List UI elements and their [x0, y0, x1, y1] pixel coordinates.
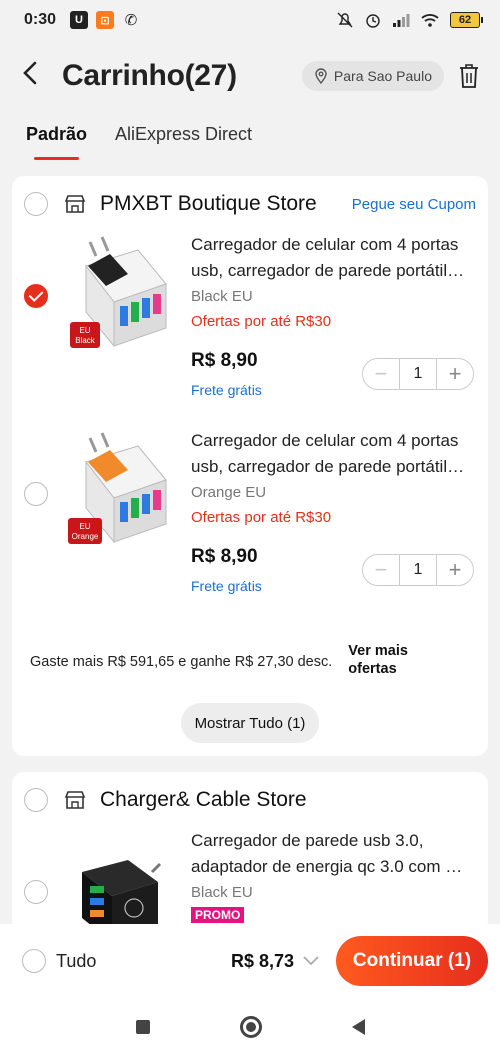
chevron-down-icon[interactable]	[302, 955, 320, 967]
wifi-icon	[421, 14, 439, 27]
increment-button[interactable]: +	[437, 555, 473, 585]
back-icon[interactable]	[351, 1019, 365, 1035]
quantity-stepper: − 1 +	[362, 554, 474, 586]
store-icon	[64, 791, 86, 809]
store-header: Charger& Cable Store	[12, 772, 488, 828]
product-thumbnail[interactable]	[58, 842, 176, 932]
location-label: Para Sao Paulo	[333, 68, 432, 84]
decrement-button[interactable]: −	[363, 359, 399, 389]
store-icon	[64, 195, 86, 213]
checkout-bar: Tudo R$ 8,73 Continuar (1)	[0, 924, 500, 998]
badge-line-1: EU	[79, 326, 90, 335]
badge-line-2: Orange	[72, 532, 99, 541]
cart-item: EU Orange Carregador de celular com 4 po…	[12, 428, 488, 624]
mute-bell-icon	[337, 12, 353, 28]
location-selector[interactable]: Para Sao Paulo	[301, 61, 444, 91]
signal-icon	[393, 14, 410, 27]
store-card: Charger& Cable Store Carregador de pared…	[12, 772, 488, 932]
chat-icon: ✆	[124, 12, 138, 29]
product-thumbnail[interactable]: EU Orange	[58, 432, 176, 550]
increment-button[interactable]: +	[437, 359, 473, 389]
chevron-left-icon	[23, 61, 37, 85]
item-variant[interactable]: Black EU	[191, 884, 474, 901]
promo-text: Gaste mais R$ 591,65 e ganhe R$ 27,30 de…	[30, 654, 333, 670]
item-title[interactable]: Carregador de parede usb 3.0, adaptador …	[191, 828, 474, 880]
battery-icon: 62	[450, 12, 483, 28]
coupon-link[interactable]: Pegue seu Cupom	[352, 196, 476, 213]
item-info: Carregador de celular com 4 portas usb, …	[191, 232, 474, 398]
item-shipping: Frete grátis	[191, 382, 262, 398]
trash-icon[interactable]	[458, 63, 480, 89]
alarm-icon	[366, 14, 380, 28]
decrement-button[interactable]: −	[363, 555, 399, 585]
store-header: PMXBT Boutique Store Pegue seu Cupom	[12, 176, 488, 232]
item-title[interactable]: Carregador de celular com 4 portas usb, …	[191, 232, 474, 284]
header: Carrinho(27) Para Sao Paulo	[0, 48, 500, 104]
status-time: 0:30	[24, 11, 57, 28]
location-pin-icon	[315, 68, 327, 84]
store-select-radio[interactable]	[24, 788, 48, 812]
store-name[interactable]: PMXBT Boutique Store	[100, 192, 317, 216]
recents-icon[interactable]	[135, 1020, 150, 1034]
system-nav-bar	[0, 998, 500, 1056]
app-mi-icon: ⊡	[96, 11, 115, 29]
item-title[interactable]: Carregador de celular com 4 portas usb, …	[191, 428, 474, 480]
item-variant[interactable]: Orange EU	[191, 484, 474, 501]
store-promo-line: Gaste mais R$ 591,65 e ganhe R$ 27,30 de…	[30, 642, 472, 678]
select-all-label[interactable]: Tudo	[56, 951, 96, 972]
cart-item: Carregador de parede usb 3.0, adaptador …	[12, 828, 488, 932]
item-info: Carregador de celular com 4 portas usb, …	[191, 428, 474, 594]
item-price: R$ 8,90	[191, 546, 258, 567]
quantity-value[interactable]: 1	[399, 359, 437, 389]
item-variant[interactable]: Black EU	[191, 288, 474, 305]
see-more-offers-link[interactable]: Ver mais ofertas	[348, 642, 408, 678]
item-select-checkbox[interactable]	[24, 482, 48, 506]
quantity-stepper: − 1 +	[362, 358, 474, 390]
cart-item: EU Black Carregador de celular com 4 por…	[12, 232, 488, 428]
store-name[interactable]: Charger& Cable Store	[100, 788, 307, 812]
tab-padrao[interactable]: Padrão	[26, 112, 87, 160]
see-more-line-1: Ver mais	[348, 643, 408, 659]
tab-aliexpress-direct[interactable]: AliExpress Direct	[115, 112, 252, 160]
page-title: Carrinho(27)	[62, 59, 237, 92]
item-shipping: Frete grátis	[191, 578, 262, 594]
badge-line-2: Black	[75, 336, 96, 345]
continue-button[interactable]: Continuar (1)	[336, 936, 488, 986]
home-icon[interactable]	[239, 1016, 262, 1038]
store-card: PMXBT Boutique Store Pegue seu Cupom EU …	[12, 176, 488, 756]
cart-total[interactable]: R$ 8,73	[231, 951, 294, 972]
status-bar: 0:30 U ⊡ ✆ 62	[0, 0, 500, 40]
back-button[interactable]	[20, 60, 50, 92]
store-select-radio[interactable]	[24, 192, 48, 216]
item-select-checkbox[interactable]	[24, 284, 48, 308]
item-select-checkbox[interactable]	[24, 880, 48, 904]
badge-line-1: EU	[79, 522, 90, 531]
see-more-line-2: ofertas	[348, 661, 397, 677]
item-price: R$ 8,90	[191, 350, 258, 371]
item-offer[interactable]: Ofertas por até R$30	[191, 313, 474, 330]
quantity-value[interactable]: 1	[399, 555, 437, 585]
item-info: Carregador de parede usb 3.0, adaptador …	[191, 828, 474, 924]
app-u-icon: U	[70, 11, 89, 29]
item-offer[interactable]: Ofertas por até R$30	[191, 509, 474, 526]
show-all-button[interactable]: Mostrar Tudo (1)	[181, 703, 319, 743]
product-thumbnail[interactable]: EU Black	[58, 236, 176, 354]
promo-badge: PROMO	[191, 907, 245, 923]
tab-bar: Padrão AliExpress Direct	[0, 112, 500, 160]
select-all-radio[interactable]	[22, 949, 46, 973]
